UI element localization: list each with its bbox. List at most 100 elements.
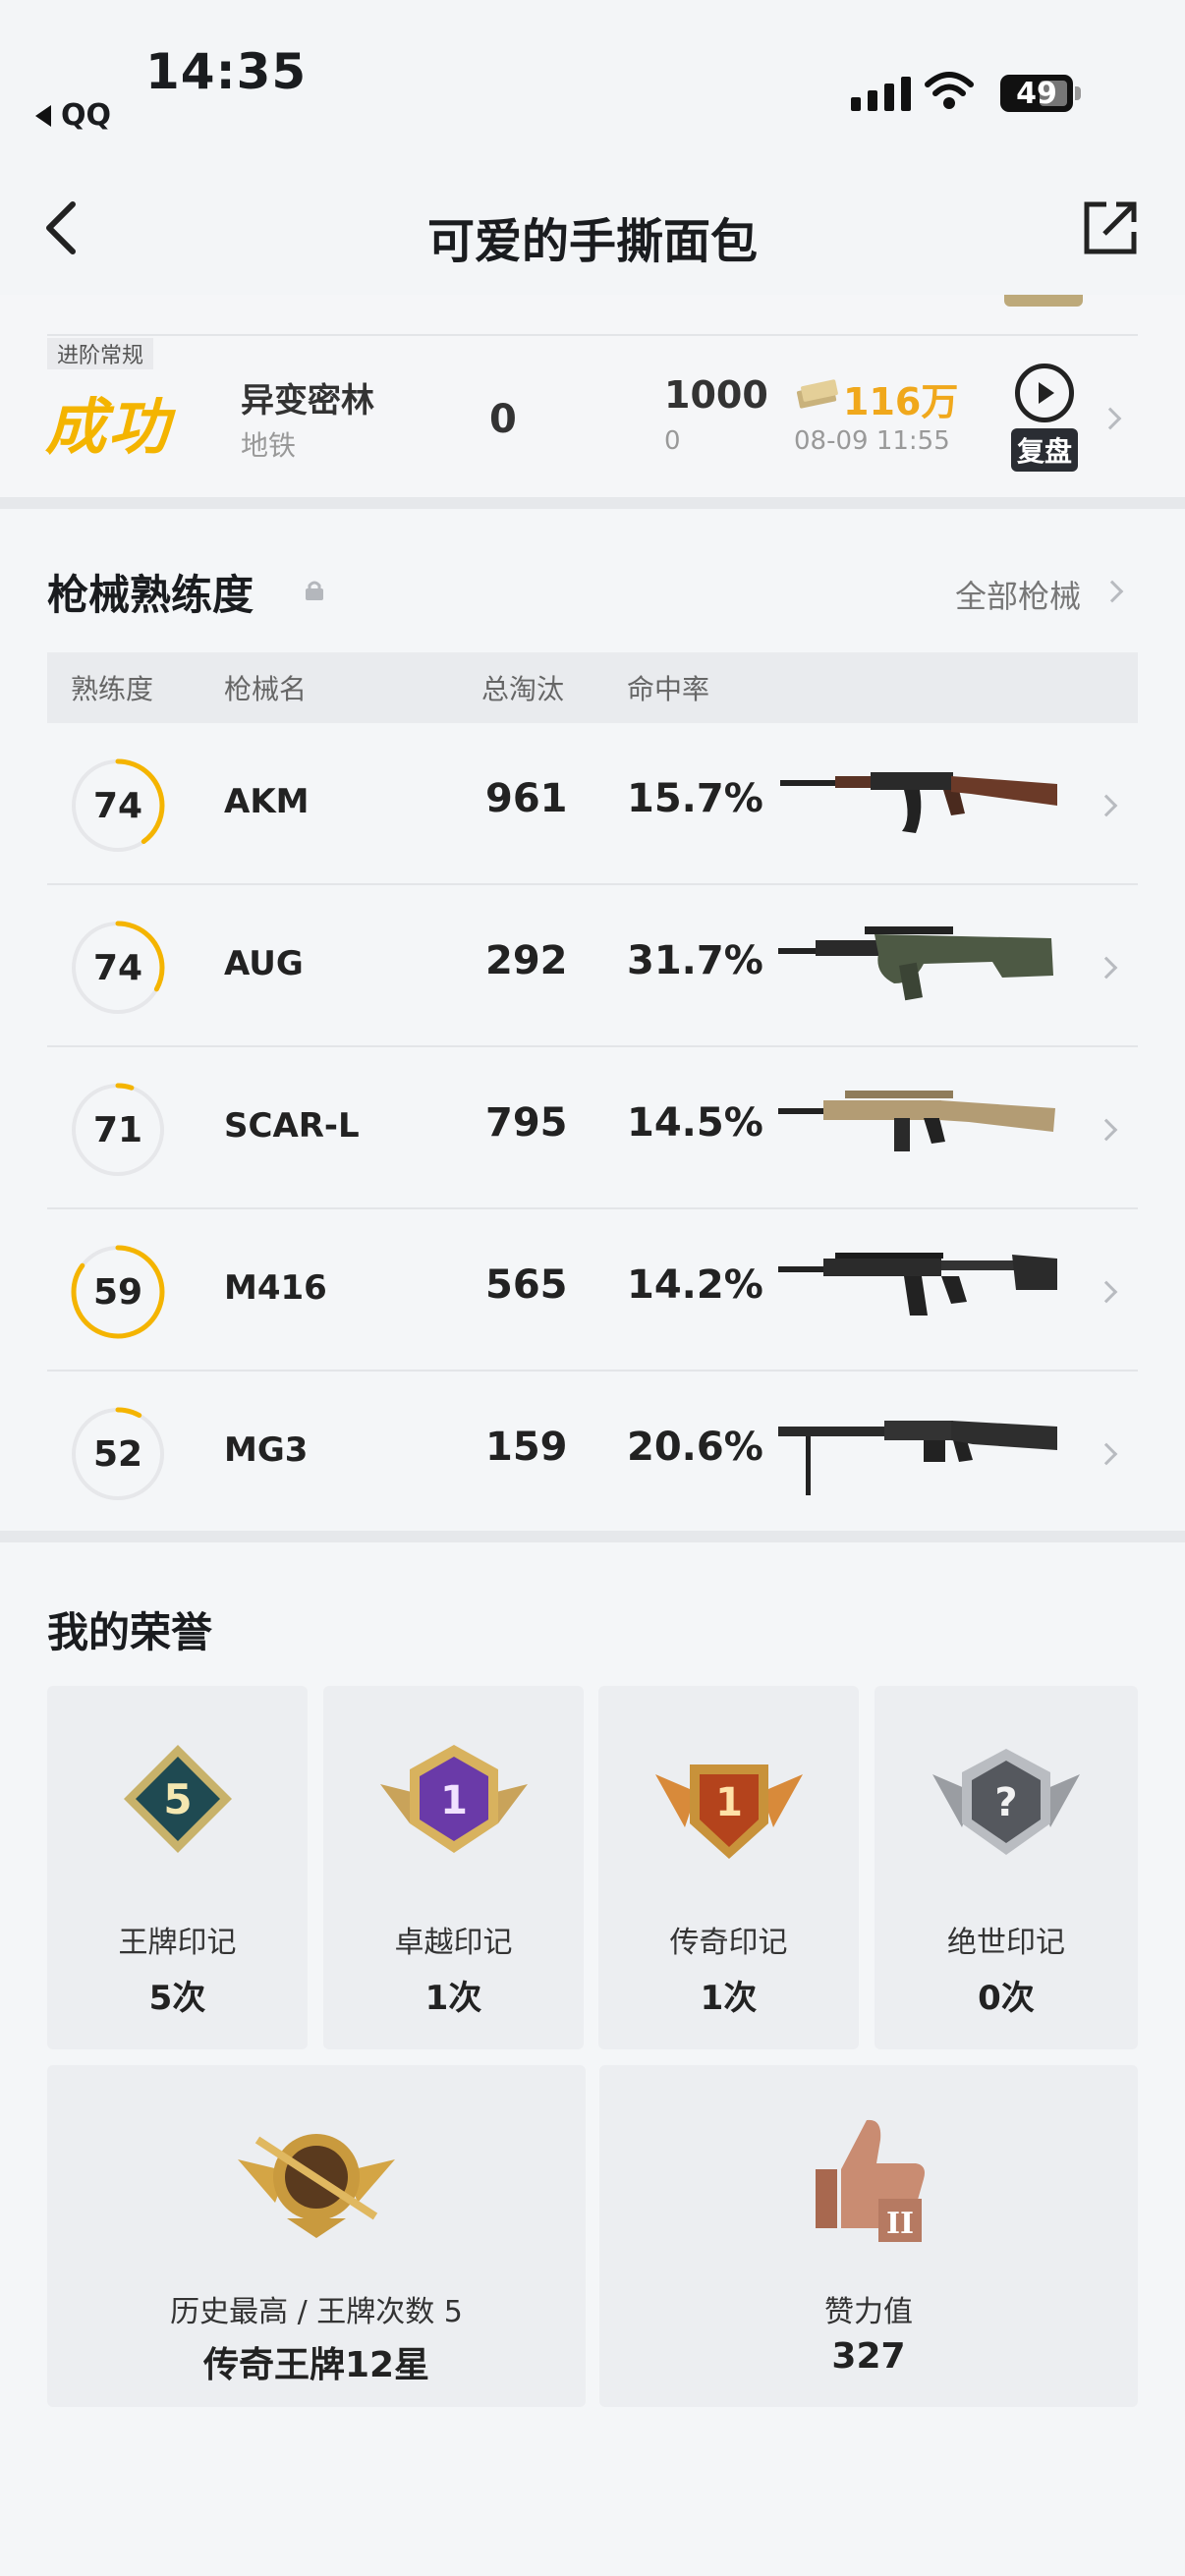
section-divider	[0, 1531, 1185, 1542]
match-result: 成功	[45, 391, 172, 463]
weapon-kills: 292	[485, 938, 568, 983]
header-kills: 总淘汰	[481, 673, 565, 705]
match-date: 08-09 11:55	[794, 426, 950, 456]
chevron-right-icon	[1095, 794, 1118, 817]
ace-emblem-icon: 5	[123, 1745, 232, 1853]
money-icon	[796, 379, 838, 409]
back-to-app-button[interactable]: QQ	[35, 98, 111, 133]
honors-title: 我的荣誉	[47, 1608, 213, 1656]
page-title: 可爱的手撕面包	[426, 214, 758, 269]
table-row[interactable]: 52 MG3 159 20.6%	[47, 1372, 1138, 1534]
table-row[interactable]: 74 AUG 292 31.7%	[47, 885, 1138, 1047]
section-divider	[0, 497, 1185, 509]
likes-label: 赞力值	[824, 2295, 913, 2329]
header-name: 枪械名	[224, 673, 308, 705]
honor-card-ace[interactable]: 5 王牌印记 5次	[47, 1686, 308, 2049]
excellence-emblem-icon: 1	[379, 1745, 528, 1853]
battery-icon: 49	[1000, 75, 1073, 112]
chevron-right-icon	[1095, 1442, 1118, 1466]
header-level: 熟练度	[71, 673, 154, 705]
replay-button[interactable]: 复盘	[1006, 364, 1083, 472]
legend-ace-badge-icon	[238, 2134, 395, 2238]
header-accuracy: 命中率	[627, 673, 710, 705]
weapon-kills: 159	[485, 1425, 568, 1470]
replay-label: 复盘	[1010, 428, 1078, 472]
status-time: 14:35	[145, 43, 308, 100]
signal-icon	[851, 77, 911, 111]
share-icon[interactable]	[1081, 198, 1140, 257]
table-header: 熟练度 枪械名 总淘汰 命中率	[47, 652, 1138, 723]
history-label: 历史最高 / 王牌次数 5	[170, 2295, 463, 2329]
weapon-name: AUG	[224, 944, 304, 983]
weapon-accuracy: 20.6%	[627, 1425, 763, 1470]
likes-card[interactable]: II 赞力值 327	[599, 2065, 1138, 2407]
battery-level: 49	[1016, 76, 1057, 111]
replay-icon	[1015, 364, 1074, 422]
weapon-name: AKM	[224, 782, 310, 821]
m416-rifle-image	[778, 1253, 1057, 1316]
mode-tag: 进阶常规	[47, 338, 154, 369]
map-name: 异变密林	[241, 381, 374, 420]
back-triangle-icon	[35, 104, 51, 127]
honor-label: 绝世印记	[947, 1926, 1065, 1960]
table-row[interactable]: 74 AKM 961 15.7%	[47, 723, 1138, 885]
chevron-right-icon	[1095, 1118, 1118, 1142]
chevron-right-icon	[1095, 1280, 1118, 1304]
weapon-name: M416	[224, 1268, 327, 1308]
honor-count: 1次	[424, 1979, 482, 2018]
akm-rifle-image	[780, 772, 1057, 833]
all-weapons-link[interactable]: 全部枪械	[955, 572, 1081, 617]
legend-emblem-icon: 1	[654, 1764, 803, 1859]
history-best-card[interactable]: 历史最高 / 王牌次数 5 传奇王牌12星	[47, 2065, 586, 2407]
honor-card-excellence[interactable]: 1 卓越印记 1次	[323, 1686, 584, 2049]
battery-cap	[1075, 86, 1081, 100]
svg-text:1: 1	[715, 1780, 743, 1825]
honor-count: 1次	[700, 1979, 758, 2018]
match-score: 1000	[664, 373, 768, 417]
mastery-level: 52	[92, 1433, 143, 1475]
wifi-icon	[925, 72, 974, 109]
lock-icon	[306, 581, 323, 600]
mastery-level: 71	[92, 1109, 143, 1150]
honor-label: 卓越印记	[394, 1926, 513, 1960]
nav-bar: 可爱的手撕面包	[0, 147, 1185, 295]
table-row[interactable]: 71 SCAR-L 795 14.5%	[47, 1047, 1138, 1209]
map-sub: 地铁	[241, 429, 297, 462]
status-bar: 14:35 QQ 49	[0, 0, 1185, 147]
divider	[47, 334, 1138, 336]
svg-text:?: ?	[994, 1780, 1017, 1825]
match-score-sub: 0	[664, 426, 681, 456]
honor-card-peerless[interactable]: ? 绝世印记 0次	[875, 1686, 1138, 2049]
thumbs-up-icon: II	[816, 2119, 925, 2242]
weapon-kills: 565	[485, 1262, 568, 1308]
back-app-label: QQ	[61, 98, 112, 133]
weapon-accuracy: 14.2%	[627, 1262, 763, 1308]
weapon-accuracy: 31.7%	[627, 938, 763, 983]
honor-count: 0次	[978, 1979, 1035, 2018]
table-row[interactable]: 59 M416 565 14.2%	[47, 1209, 1138, 1372]
mastery-level: 74	[92, 947, 143, 988]
weapon-accuracy: 14.5%	[627, 1100, 763, 1146]
chevron-right-icon	[1095, 956, 1118, 980]
history-value: 传奇王牌12星	[202, 2345, 430, 2385]
honor-label: 王牌印记	[118, 1926, 237, 1960]
peerless-emblem-icon: ?	[932, 1749, 1080, 1855]
honor-grid: 5 王牌印记 5次 1 卓越印记 1次 1 传奇印记 1次 ? 绝世印记 0次	[47, 1686, 1138, 2049]
all-weapons-label: 全部枪械	[955, 578, 1082, 615]
aug-rifle-image	[778, 926, 1053, 1001]
weapon-kills: 961	[485, 776, 568, 821]
weapon-kills: 795	[485, 1100, 568, 1146]
svg-text:1: 1	[440, 1778, 468, 1823]
likes-value: 327	[831, 2336, 906, 2377]
mastery-level: 59	[92, 1271, 143, 1313]
scar-l-rifle-image	[778, 1091, 1055, 1151]
honor-card-legend[interactable]: 1 传奇印记 1次	[598, 1686, 859, 2049]
honor-label: 传奇印记	[669, 1926, 788, 1960]
weapon-accuracy: 15.7%	[627, 776, 763, 821]
mg3-machine-gun-image	[778, 1421, 1057, 1495]
weapon-name: SCAR-L	[224, 1106, 360, 1146]
match-money: 116万	[843, 380, 959, 423]
honor-summary: 历史最高 / 王牌次数 5 传奇王牌12星 II 赞力值 327	[47, 2065, 1138, 2407]
svg-text:5: 5	[163, 1775, 192, 1823]
honor-count: 5次	[148, 1979, 206, 2018]
